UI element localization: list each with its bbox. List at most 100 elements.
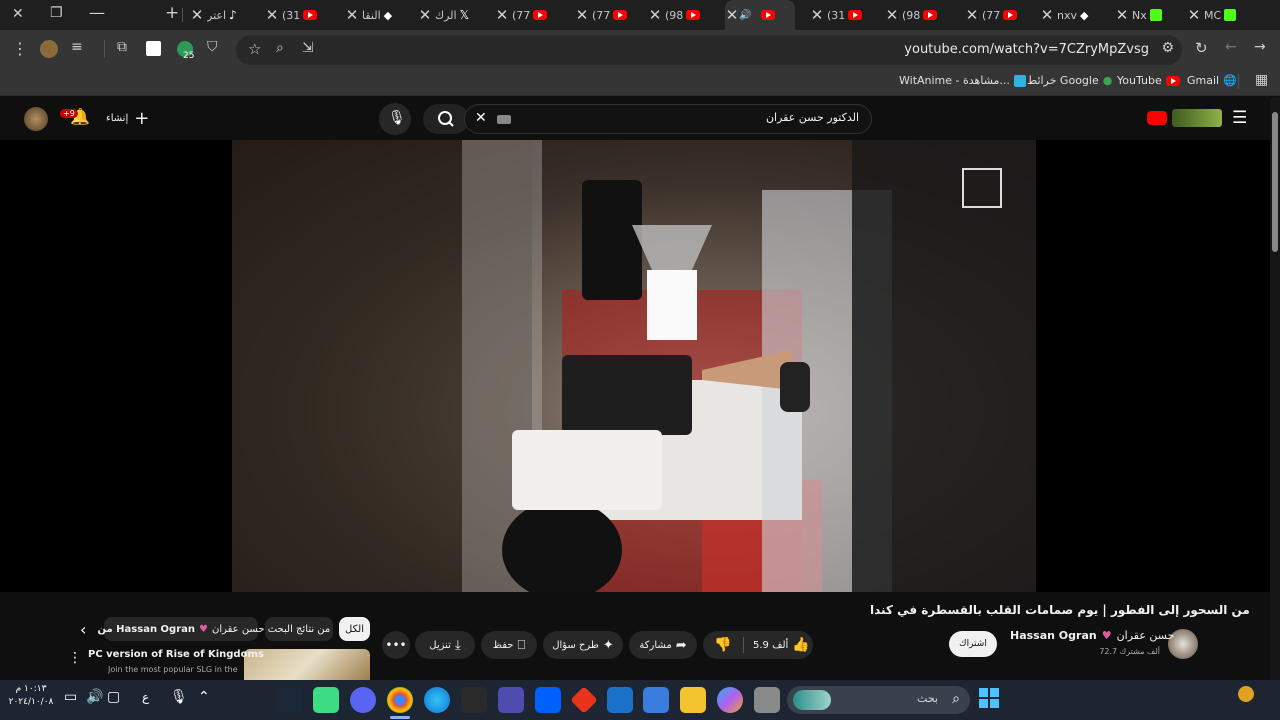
zoom-icon[interactable]: ⌕: [276, 40, 284, 56]
edge-icon[interactable]: [424, 687, 450, 713]
taskbar-search[interactable]: بحث ⌕: [787, 686, 970, 714]
outlook-icon[interactable]: [607, 687, 633, 713]
extension-w-icon[interactable]: [146, 41, 161, 56]
generic-app-icon[interactable]: [754, 687, 780, 713]
close-tab-icon[interactable]: ✕: [575, 6, 589, 24]
close-tab-icon[interactable]: ✕: [190, 6, 204, 24]
microphone-icon[interactable]: 🎙: [170, 689, 188, 705]
bookmark-witanime[interactable]: WitAnime - مشاهدة...: [899, 74, 1026, 87]
bookmark-gmail[interactable]: Gmail 🌐: [1187, 74, 1237, 87]
minimize-window-icon[interactable]: —: [89, 3, 105, 22]
browser-tab[interactable]: ✕ (31: [810, 0, 885, 30]
dropbox-icon[interactable]: [535, 687, 561, 713]
site-settings-icon[interactable]: ⚙: [1161, 40, 1174, 56]
epic-games-icon[interactable]: [461, 687, 487, 713]
keyboard-icon[interactable]: [497, 115, 511, 124]
install-app-icon[interactable]: ⇲: [302, 40, 314, 56]
close-tab-icon[interactable]: ✕: [810, 6, 824, 24]
reload-icon[interactable]: ↻: [1195, 39, 1208, 57]
chevron-left-icon[interactable]: ‹: [80, 620, 86, 639]
player-letterbox-right: [1036, 140, 1270, 592]
apps-grid-icon[interactable]: ▦: [1255, 72, 1268, 88]
search-input[interactable]: ✕ الدكتور حسن عقران: [464, 104, 872, 134]
browser-tab[interactable]: ✕ (98: [648, 0, 723, 30]
browser-tab[interactable]: ✕ الرك 𝕏: [418, 0, 493, 30]
dislike-button[interactable]: 👎: [703, 631, 743, 659]
close-tab-icon[interactable]: ✕: [1115, 6, 1129, 24]
browser-tab[interactable]: ✕ النقا ◆: [345, 0, 420, 30]
network-icon[interactable]: ▢: [107, 689, 120, 705]
search-button[interactable]: [423, 104, 469, 134]
android-icon[interactable]: [313, 687, 339, 713]
browser-tab[interactable]: ✕ (77: [575, 0, 650, 30]
chrome-icon[interactable]: [387, 687, 413, 713]
browser-tab[interactable]: ✕ (77: [495, 0, 570, 30]
account-avatar[interactable]: [24, 107, 48, 131]
close-tab-icon[interactable]: ✕: [725, 6, 739, 24]
scrollbar-thumb[interactable]: [1272, 112, 1278, 252]
volume-icon[interactable]: 🔊: [86, 689, 103, 705]
store-icon[interactable]: [643, 687, 669, 713]
chip-from-channel[interactable]: من Hassan Ogran ♥ حسن عقران: [97, 617, 265, 641]
browser-tab[interactable]: ✕ (77: [965, 0, 1040, 30]
browser-tab[interactable]: ✕ Nx: [1115, 0, 1190, 30]
close-tab-icon[interactable]: ✕: [418, 6, 432, 24]
ad-menu-icon[interactable]: ⋮: [68, 650, 82, 666]
clear-search-icon[interactable]: ✕: [475, 110, 487, 126]
browser-tab[interactable]: ✕ MC: [1187, 0, 1262, 30]
shield-icon[interactable]: ⛉: [207, 39, 218, 55]
browser-tab[interactable]: ✕ nxv ◆: [1040, 0, 1115, 30]
close-tab-icon[interactable]: ✕: [965, 6, 979, 24]
video-player[interactable]: [232, 140, 1036, 592]
close-tab-icon[interactable]: ✕: [495, 6, 509, 24]
ad-title[interactable]: PC version of Rise of Kingdoms: [88, 649, 264, 660]
more-actions-button[interactable]: •••: [382, 631, 410, 659]
bookmark-star-icon[interactable]: ☆: [248, 40, 261, 58]
create-button[interactable]: إنشاء +: [106, 108, 149, 129]
windows-start-icon[interactable]: [979, 688, 999, 708]
download-button[interactable]: تنزيل ⤓: [415, 631, 475, 659]
widgets-icon[interactable]: [1238, 686, 1254, 702]
profile-avatar[interactable]: [40, 40, 58, 58]
chip-all[interactable]: الكل: [339, 617, 370, 641]
browser-tab[interactable]: ✕ اعتر ♪: [190, 0, 265, 30]
voice-search-button[interactable]: 🎙: [379, 103, 411, 135]
battery-icon[interactable]: ▭: [64, 689, 77, 705]
address-bar[interactable]: ☆ ⌕ ⇲ youtube.com/watch?v=7CZryMpZvsg ⚙: [236, 35, 1182, 65]
close-tab-icon[interactable]: ✕: [648, 6, 662, 24]
channel-name[interactable]: Hassan Ogran ♥ حسن عقران: [1010, 629, 1174, 642]
like-button[interactable]: 5.9 ألف 👍: [747, 631, 813, 659]
steam-icon[interactable]: [276, 687, 302, 713]
language-indicator[interactable]: ع: [142, 690, 149, 704]
chevron-up-icon[interactable]: ⌃: [198, 689, 210, 705]
copilot-icon[interactable]: [717, 687, 743, 713]
file-explorer-icon[interactable]: [680, 687, 706, 713]
discord-icon[interactable]: [350, 687, 376, 713]
close-tab-icon[interactable]: ✕: [885, 6, 899, 24]
visual-studio-icon[interactable]: [498, 687, 524, 713]
close-tab-icon[interactable]: ✕: [345, 6, 359, 24]
bookmark-google-maps[interactable]: خرائط Google ●: [1027, 74, 1112, 87]
restore-window-icon[interactable]: ❐: [50, 5, 63, 21]
tab-audio-icon[interactable]: 🔊: [739, 10, 751, 21]
extensions-puzzle-icon[interactable]: ⧉: [117, 39, 127, 55]
bookmark-youtube[interactable]: YouTube: [1117, 74, 1180, 87]
close-tab-icon[interactable]: ✕: [1040, 6, 1054, 24]
browser-tab[interactable]: ✕ 🔊: [725, 0, 795, 30]
share-button[interactable]: مشاركة ➦: [629, 631, 697, 659]
browser-tab[interactable]: ✕ (31: [265, 0, 340, 30]
media-control-icon[interactable]: ≡: [71, 39, 83, 55]
close-tab-icon[interactable]: ✕: [265, 6, 279, 24]
hamburger-menu-icon[interactable]: ☰: [1232, 108, 1247, 128]
ask-button[interactable]: طرح سؤال ✦: [543, 631, 623, 659]
browser-tab[interactable]: ✕ (98: [885, 0, 960, 30]
chip-from-search[interactable]: من نتائج البحث: [265, 617, 333, 641]
subscribe-button[interactable]: اشتراك: [949, 631, 997, 657]
new-tab-icon[interactable]: +: [165, 3, 179, 23]
menu-dots-icon[interactable]: ⋮: [12, 39, 28, 58]
clock[interactable]: ١٠:١٣ م ٢٠٢٤/١٠/٠٨: [8, 683, 54, 709]
close-window-icon[interactable]: ✕: [12, 6, 24, 22]
save-button[interactable]: حفظ ⎕: [481, 631, 537, 659]
back-icon[interactable]: →: [1254, 39, 1266, 55]
youtube-logo-icon[interactable]: [1147, 111, 1167, 125]
